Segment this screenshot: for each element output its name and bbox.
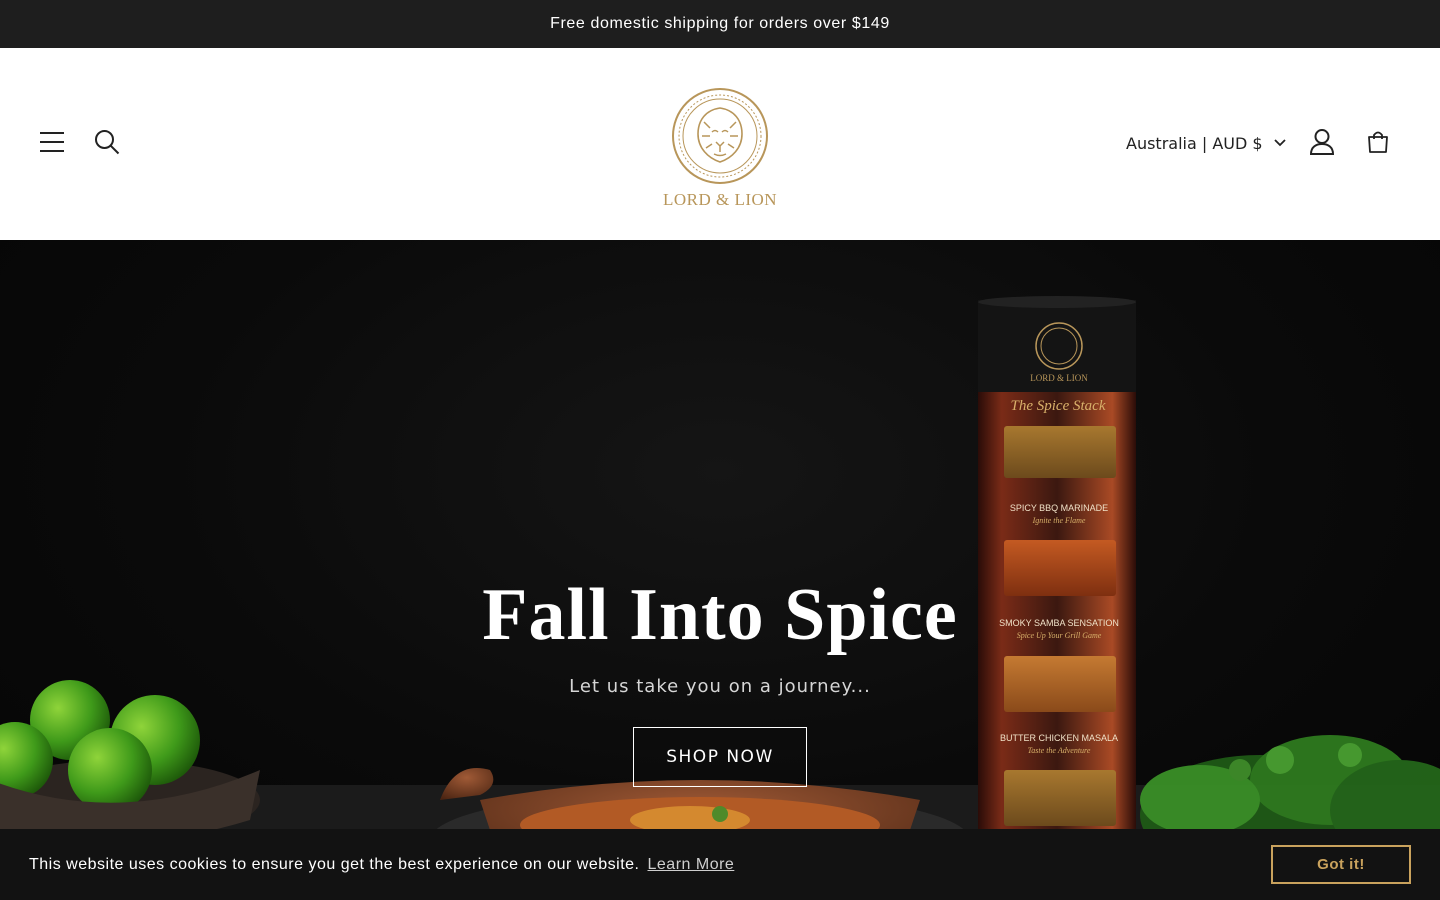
menu-button[interactable]	[32, 122, 72, 162]
account-icon	[1309, 129, 1335, 155]
brand-wordmark: LORD & LION	[662, 190, 778, 209]
hero-subtitle: Let us take you on a journey...	[569, 676, 871, 697]
learn-more-link[interactable]: Learn More	[648, 856, 735, 874]
country-currency-selector[interactable]: Australia | AUD $	[1126, 130, 1287, 156]
svg-text:Ignite the Flame: Ignite the Flame	[1032, 516, 1086, 525]
hero-content: Fall Into Spice Let us take you on a jou…	[0, 578, 1440, 787]
lion-crest-icon	[672, 88, 768, 184]
search-icon	[95, 130, 120, 155]
cookie-message: This website uses cookies to ensure you …	[29, 855, 640, 873]
brand-logo[interactable]: LORD & LION	[650, 86, 790, 216]
chevron-down-icon	[1273, 139, 1286, 147]
shop-now-button[interactable]: SHOP NOW	[633, 727, 807, 787]
announcement-text: Free domestic shipping for orders over $…	[550, 15, 890, 32]
search-button[interactable]	[87, 122, 127, 162]
cookie-banner: This website uses cookies to ensure you …	[0, 829, 1440, 900]
hero-banner: LORD & LION The Spice Stack SPICY BBQ MA…	[0, 240, 1440, 900]
svg-text:The Spice Stack: The Spice Stack	[1011, 398, 1106, 414]
cart-button[interactable]	[1358, 122, 1398, 162]
cart-icon	[1368, 131, 1388, 153]
account-button[interactable]	[1302, 122, 1342, 162]
announcement-bar: Free domestic shipping for orders over $…	[0, 0, 1440, 48]
site-header: LORD & LION Australia | AUD $	[0, 48, 1440, 240]
cookie-accept-button[interactable]: Got it!	[1271, 845, 1411, 884]
hero-title: Fall Into Spice	[482, 574, 958, 656]
svg-text:LORD & LION: LORD & LION	[1030, 373, 1088, 383]
hero-background-image: LORD & LION The Spice Stack SPICY BBQ MA…	[0, 296, 1440, 900]
country-currency-label: Australia | AUD $	[1126, 133, 1263, 153]
svg-text:SPICY BBQ MARINADE: SPICY BBQ MARINADE	[1010, 503, 1108, 513]
menu-icon	[40, 132, 64, 152]
